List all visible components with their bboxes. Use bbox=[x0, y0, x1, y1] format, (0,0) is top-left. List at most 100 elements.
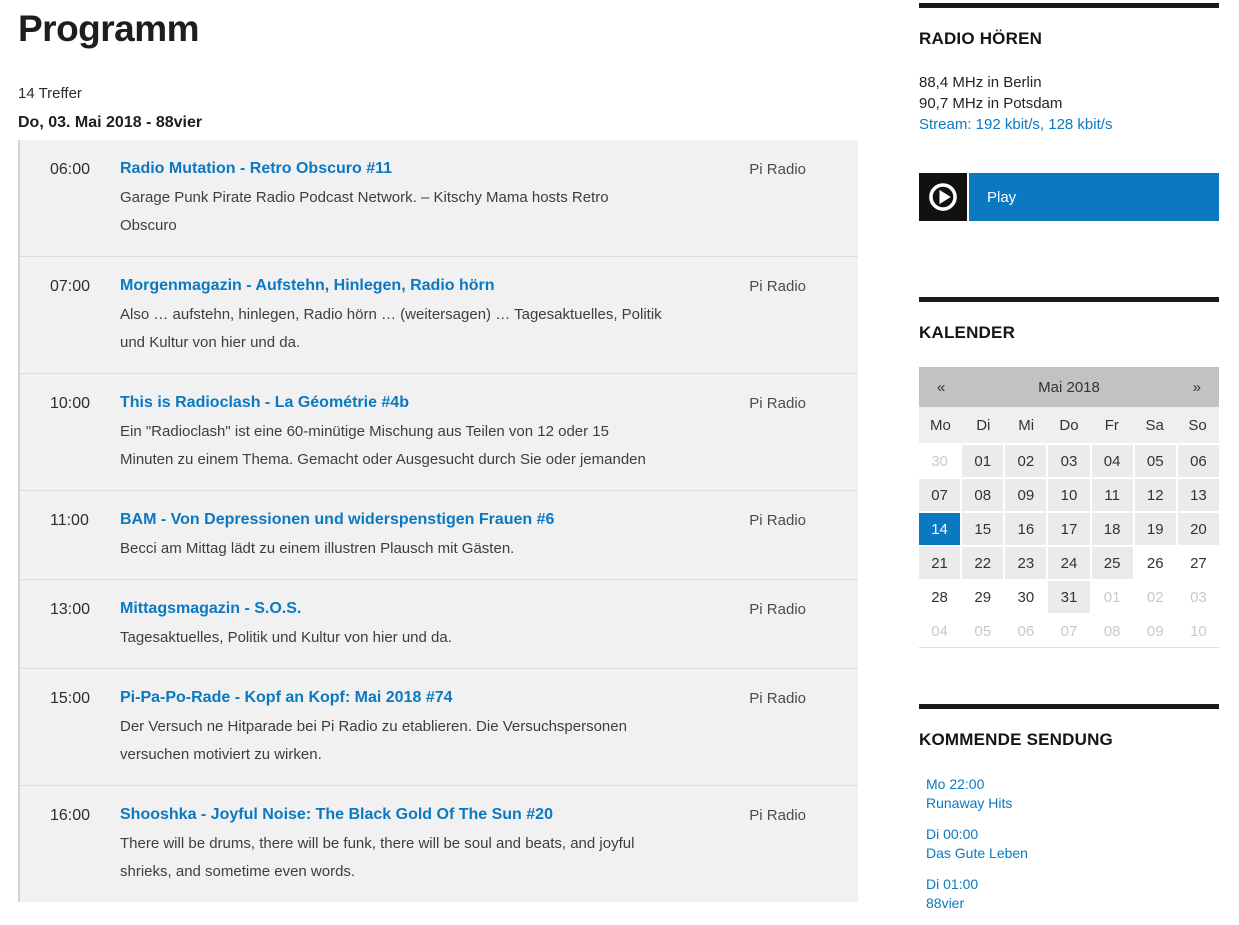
entry-body: Morgenmagazin - Aufstehn, Hinlegen, Radi… bbox=[120, 277, 749, 357]
section-divider bbox=[919, 297, 1219, 302]
calendar-next-button[interactable]: » bbox=[1173, 379, 1219, 396]
calendar-day[interactable]: 11 bbox=[1092, 479, 1133, 511]
weekday-label: So bbox=[1176, 417, 1219, 434]
entry-title-link[interactable]: BAM - Von Depressionen und widerspenstig… bbox=[120, 511, 554, 529]
calendar-day[interactable]: 21 bbox=[919, 547, 960, 579]
calendar-weekday-row: Mo Di Mi Do Fr Sa So bbox=[919, 407, 1219, 443]
calendar-day: 03 bbox=[1178, 581, 1219, 613]
calendar-day[interactable]: 10 bbox=[1048, 479, 1089, 511]
stream-link-192[interactable]: Stream: 192 kbit/s bbox=[919, 116, 1040, 133]
calendar-day[interactable]: 05 bbox=[1135, 445, 1176, 477]
program-entry: 07:00 Morgenmagazin - Aufstehn, Hinlegen… bbox=[20, 256, 858, 373]
upcoming-show-link[interactable]: Di 01:00 88vier bbox=[926, 875, 1219, 913]
entry-time: 10:00 bbox=[50, 394, 120, 474]
upcoming-list: Mo 22:00 Runaway Hits Di 00:00 Das Gute … bbox=[919, 775, 1219, 913]
calendar-day[interactable]: 17 bbox=[1048, 513, 1089, 545]
calendar-day: 01 bbox=[1092, 581, 1133, 613]
calendar-day[interactable]: 20 bbox=[1178, 513, 1219, 545]
calendar-day: 09 bbox=[1135, 615, 1176, 647]
calendar-day[interactable]: 18 bbox=[1092, 513, 1133, 545]
calendar-day: 29 bbox=[962, 581, 1003, 613]
calendar-day: 07 bbox=[1048, 615, 1089, 647]
calendar-day[interactable]: 13 bbox=[1178, 479, 1219, 511]
upcoming-show-title: Runaway Hits bbox=[926, 794, 1219, 813]
calendar-day[interactable]: 04 bbox=[1092, 445, 1133, 477]
weekday-label: Sa bbox=[1133, 417, 1176, 434]
calendar-day[interactable]: 16 bbox=[1005, 513, 1046, 545]
frequency-info: 88,4 MHz in Berlin 90,7 MHz in Potsdam S… bbox=[919, 72, 1219, 135]
calendar-month-label: Mai 2018 bbox=[965, 379, 1173, 396]
entry-title-link[interactable]: This is Radioclash - La Géométrie #4b bbox=[120, 394, 409, 412]
calendar-day[interactable]: 09 bbox=[1005, 479, 1046, 511]
stream-link-128[interactable]: 128 kbit/s bbox=[1048, 116, 1112, 133]
program-page: Programm 14 Treffer Do, 03. Mai 2018 - 8… bbox=[18, 0, 858, 902]
calendar-day[interactable]: 03 bbox=[1048, 445, 1089, 477]
stream-links: Stream: 192 kbit/s, 128 kbit/s bbox=[919, 114, 1219, 135]
entry-description: Garage Punk Pirate Radio Podcast Network… bbox=[120, 184, 665, 240]
calendar-day[interactable]: 22 bbox=[962, 547, 1003, 579]
calendar-day[interactable]: 08 bbox=[962, 479, 1003, 511]
upcoming-show-title: 88vier bbox=[926, 894, 1219, 913]
date-heading: Do, 03. Mai 2018 - 88vier bbox=[18, 114, 858, 132]
calendar-month-header: « Mai 2018 » bbox=[919, 367, 1219, 407]
upcoming-show-time: Mo 22:00 bbox=[926, 775, 1219, 794]
calendar-day[interactable]: 31 bbox=[1048, 581, 1089, 613]
calendar-day[interactable]: 06 bbox=[1178, 445, 1219, 477]
program-entry: 10:00 This is Radioclash - La Géométrie … bbox=[20, 373, 858, 490]
play-circle-icon bbox=[919, 173, 967, 221]
calendar-day[interactable]: 23 bbox=[1005, 547, 1046, 579]
weekday-label: Mi bbox=[1005, 417, 1048, 434]
sidebar: RADIO HÖREN 88,4 MHz in Berlin 90,7 MHz … bbox=[919, 0, 1219, 925]
entry-description: Also … aufstehn, hinlegen, Radio hörn … … bbox=[120, 301, 665, 357]
calendar-day: 30 bbox=[1005, 581, 1046, 613]
upcoming-show-link[interactable]: Di 00:00 Das Gute Leben bbox=[926, 825, 1219, 863]
program-entry: 11:00 BAM - Von Depressionen und widersp… bbox=[20, 490, 858, 579]
calendar-day: 30 bbox=[919, 445, 960, 477]
entry-body: Pi-Pa-Po-Rade - Kopf an Kopf: Mai 2018 #… bbox=[120, 689, 749, 769]
calendar-day: 08 bbox=[1092, 615, 1133, 647]
calendar-day[interactable]: 01 bbox=[962, 445, 1003, 477]
calendar-widget: « Mai 2018 » Mo Di Mi Do Fr Sa So 30 01 … bbox=[919, 367, 1219, 648]
entry-station: Pi Radio bbox=[749, 689, 806, 769]
play-button-label: Play bbox=[969, 173, 1219, 221]
entry-station: Pi Radio bbox=[749, 277, 806, 357]
page-title: Programm bbox=[18, 8, 858, 50]
entry-title-link[interactable]: Mittagsmagazin - S.O.S. bbox=[120, 600, 301, 618]
program-entry: 15:00 Pi-Pa-Po-Rade - Kopf an Kopf: Mai … bbox=[20, 668, 858, 785]
weekday-label: Di bbox=[962, 417, 1005, 434]
entry-time: 11:00 bbox=[50, 511, 120, 563]
entry-body: Mittagsmagazin - S.O.S. Tagesaktuelles, … bbox=[120, 600, 749, 652]
section-divider bbox=[919, 704, 1219, 709]
entry-title-link[interactable]: Morgenmagazin - Aufstehn, Hinlegen, Radi… bbox=[120, 277, 495, 295]
entry-time: 15:00 bbox=[50, 689, 120, 769]
upcoming-show-link[interactable]: Mo 22:00 Runaway Hits bbox=[926, 775, 1219, 813]
calendar-day: 05 bbox=[962, 615, 1003, 647]
calendar-day[interactable]: 25 bbox=[1092, 547, 1133, 579]
calendar-day[interactable]: 07 bbox=[919, 479, 960, 511]
entry-time: 16:00 bbox=[50, 806, 120, 886]
entry-title-link[interactable]: Radio Mutation - Retro Obscuro #11 bbox=[120, 160, 392, 178]
calendar-day: 10 bbox=[1178, 615, 1219, 647]
entry-title-link[interactable]: Pi-Pa-Po-Rade - Kopf an Kopf: Mai 2018 #… bbox=[120, 689, 453, 707]
entry-title-link[interactable]: Shooshka - Joyful Noise: The Black Gold … bbox=[120, 806, 553, 824]
calendar-day[interactable]: 24 bbox=[1048, 547, 1089, 579]
weekday-label: Fr bbox=[1090, 417, 1133, 434]
upcoming-heading: KOMMENDE SENDUNG bbox=[919, 730, 1219, 750]
play-button[interactable]: Play bbox=[919, 173, 1219, 221]
entry-body: This is Radioclash - La Géométrie #4b Ei… bbox=[120, 394, 749, 474]
calendar-day[interactable]: 02 bbox=[1005, 445, 1046, 477]
calendar-day[interactable]: 19 bbox=[1135, 513, 1176, 545]
calendar-heading: KALENDER bbox=[919, 323, 1219, 343]
calendar-day: 02 bbox=[1135, 581, 1176, 613]
entry-time: 13:00 bbox=[50, 600, 120, 652]
calendar-prev-button[interactable]: « bbox=[919, 379, 965, 396]
entry-station: Pi Radio bbox=[749, 600, 806, 652]
program-entry: 06:00 Radio Mutation - Retro Obscuro #11… bbox=[20, 140, 858, 256]
calendar-day[interactable]: 15 bbox=[962, 513, 1003, 545]
calendar-day: 06 bbox=[1005, 615, 1046, 647]
calendar-day[interactable]: 12 bbox=[1135, 479, 1176, 511]
entry-station: Pi Radio bbox=[749, 394, 806, 474]
calendar-day: 28 bbox=[919, 581, 960, 613]
calendar-day-selected[interactable]: 14 bbox=[919, 513, 960, 545]
upcoming-show-time: Di 00:00 bbox=[926, 825, 1219, 844]
